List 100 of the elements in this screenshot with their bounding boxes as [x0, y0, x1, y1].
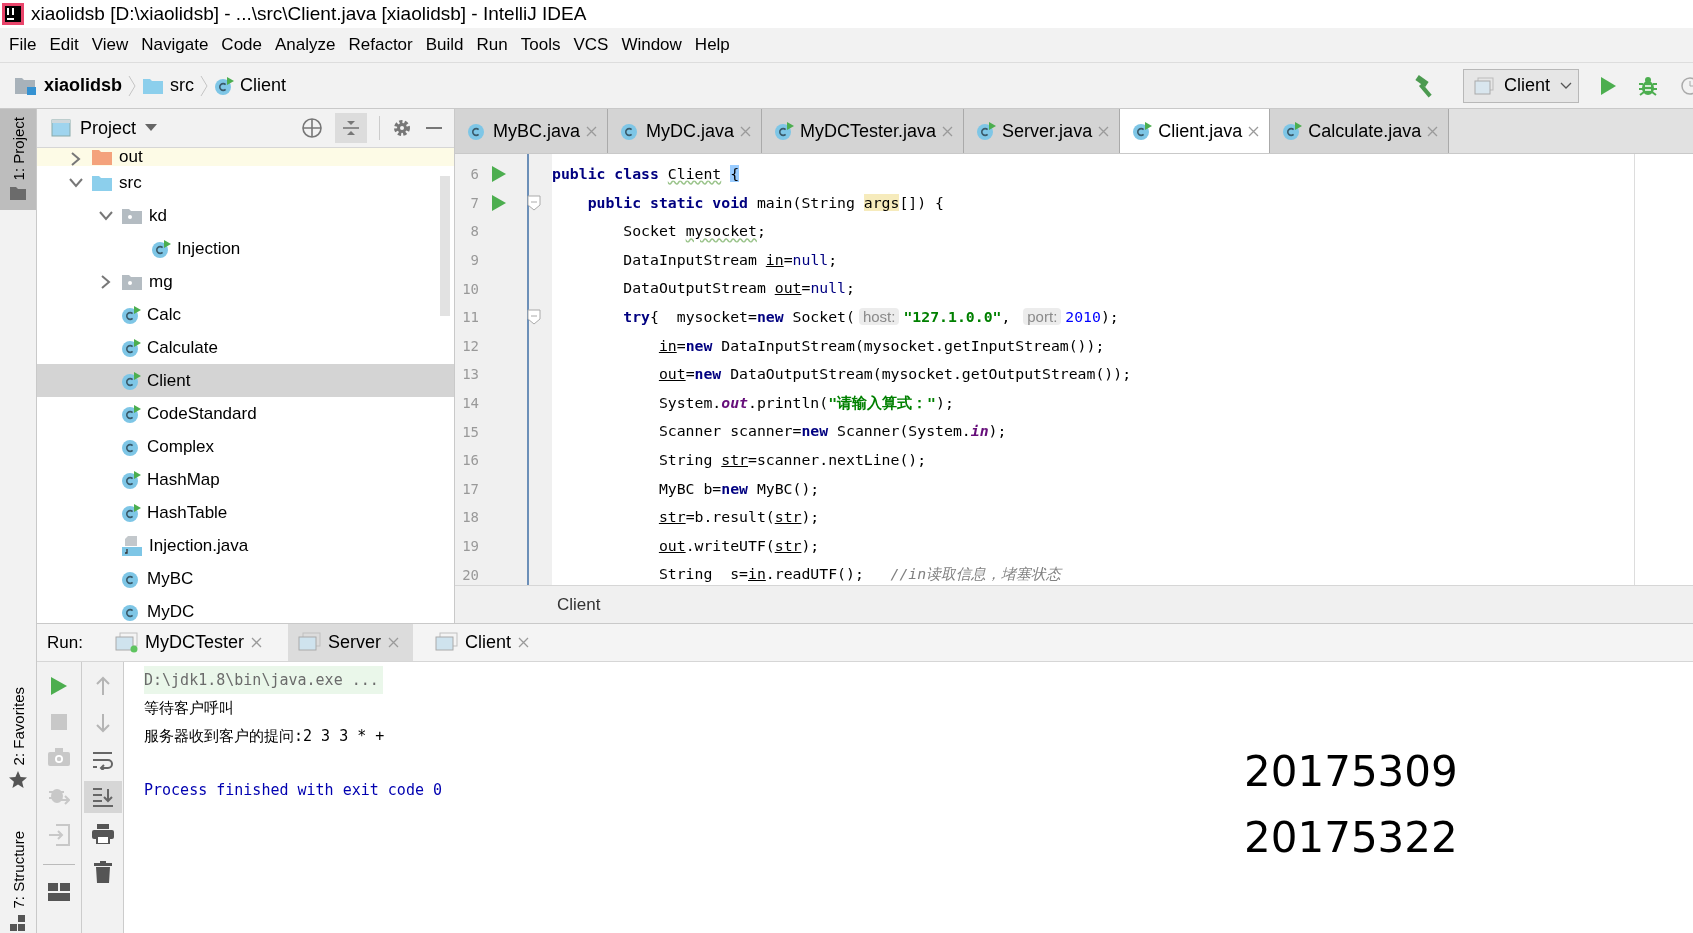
menu-item[interactable]: Navigate	[136, 31, 215, 59]
print-icon[interactable]	[91, 824, 114, 844]
editor-tab[interactable]: Server.java	[964, 109, 1121, 153]
locate-icon[interactable]	[301, 117, 323, 139]
settings-icon[interactable]	[392, 118, 412, 138]
tree-item[interactable]: kd	[37, 199, 454, 232]
close-icon[interactable]	[518, 637, 529, 648]
tree-item[interactable]: HashTable	[37, 496, 454, 529]
tree-item[interactable]: HashMap	[37, 463, 454, 496]
bug-icon[interactable]	[1637, 74, 1659, 97]
chevron-down-icon[interactable]	[69, 177, 83, 188]
panel-icon	[51, 119, 71, 137]
menu-item[interactable]: Tools	[515, 31, 567, 59]
menu-item[interactable]: VCS	[568, 31, 615, 59]
code-line: public class Client {	[552, 164, 740, 184]
editor-tab[interactable]: MyDC.java	[608, 109, 763, 153]
soft-wrap-icon[interactable]	[91, 750, 114, 770]
menu-item[interactable]: Run	[471, 31, 514, 59]
menu-item[interactable]: Edit	[44, 31, 85, 59]
breadcrumb-item[interactable]: Client	[214, 75, 287, 96]
fold-icon[interactable]	[527, 309, 541, 326]
tree-item[interactable]: Complex	[37, 430, 454, 463]
tree-item[interactable]: CodeStandard	[37, 397, 454, 430]
runnable-class-icon	[214, 75, 235, 96]
menu-item[interactable]: Code	[216, 31, 268, 59]
breadcrumb-item[interactable]: xiaolidsb	[14, 75, 123, 96]
close-icon[interactable]	[387, 637, 399, 648]
code-line: public static void main(String args[]) {	[587, 192, 944, 213]
tree-item[interactable]: MyDC	[37, 595, 454, 623]
close-icon[interactable]	[250, 637, 262, 648]
menu-item[interactable]: Refactor	[343, 31, 419, 59]
close-icon[interactable]	[1248, 125, 1260, 137]
menu-item[interactable]: File	[4, 31, 43, 59]
tree-item[interactable]: Injection	[37, 232, 454, 265]
menu-item[interactable]: Window	[616, 31, 688, 59]
editor-tab[interactable]: MyBC.java	[455, 109, 609, 153]
trash-icon[interactable]	[93, 861, 112, 883]
run-tab[interactable]: Server	[287, 624, 413, 661]
breadcrumb-item[interactable]: Client	[557, 594, 601, 615]
breadcrumb-item[interactable]: src	[142, 75, 195, 96]
chevron-right-icon[interactable]	[101, 274, 111, 289]
layout-icon[interactable]	[48, 883, 70, 901]
chevron-right-icon[interactable]	[71, 152, 81, 166]
menu-item[interactable]: Build	[420, 31, 470, 59]
tree-item[interactable]: Injection.java	[37, 529, 454, 562]
run-icon[interactable]	[492, 194, 506, 211]
tree-item[interactable]: MyBC	[37, 562, 454, 595]
close-icon[interactable]	[1098, 125, 1110, 137]
chevron-down-icon[interactable]	[99, 210, 113, 221]
menu-item[interactable]: Help	[689, 31, 736, 59]
run-icon[interactable]	[492, 166, 506, 183]
editor-tab[interactable]: Calculate.java	[1270, 109, 1450, 153]
close-icon[interactable]	[740, 125, 752, 137]
editor-tab[interactable]: Client.java	[1120, 109, 1271, 153]
code-line: String str=scanner.nextLine();	[658, 449, 927, 470]
code-line: str=b.result(str);	[658, 507, 820, 528]
scroll-to-end-icon[interactable]	[91, 787, 114, 807]
code-line: System.out.println("请输入算式：");	[658, 392, 954, 413]
runnable-class-icon	[1282, 121, 1303, 141]
menu-item[interactable]: View	[86, 31, 135, 59]
runnable-class-icon	[121, 337, 141, 358]
camera-icon[interactable]	[48, 748, 70, 766]
menu-item[interactable]: Analyze	[270, 31, 342, 59]
tool-window-tab[interactable]: 2: Favorites	[0, 679, 36, 800]
collapse-all-icon[interactable]	[341, 118, 361, 138]
arrow-down-icon[interactable]	[94, 713, 111, 733]
tree-item[interactable]: mg	[37, 265, 454, 298]
run-icon[interactable]	[50, 676, 68, 696]
close-icon[interactable]	[586, 125, 598, 137]
tree-item[interactable]: Client	[37, 364, 454, 397]
run-configuration-dropdown[interactable]: Client	[1463, 68, 1579, 103]
line-number: 15	[461, 423, 479, 440]
run-icon[interactable]	[1599, 75, 1617, 96]
code-line: Socket mysocket;	[623, 221, 766, 242]
tool-window-tab[interactable]: 7: Structure	[0, 823, 36, 933]
line-number: 20	[461, 566, 479, 583]
editor-tab[interactable]: MyDCTester.java	[762, 109, 965, 153]
scrollbar-thumb[interactable]	[440, 176, 450, 316]
running-window-icon	[114, 632, 138, 653]
view-selector[interactable]: Project	[51, 117, 158, 139]
line-number: 10	[461, 280, 479, 297]
tree-item[interactable]: out	[37, 148, 454, 166]
tool-window-tab[interactable]: 1: Project	[0, 109, 36, 211]
arrow-up-icon[interactable]	[94, 676, 111, 696]
chevron-icon	[200, 74, 209, 97]
close-icon[interactable]	[942, 125, 954, 137]
tree-item[interactable]: Calculate	[37, 331, 454, 364]
fold-icon[interactable]	[527, 194, 541, 211]
clock-icon[interactable]	[1679, 74, 1693, 97]
tree-item[interactable]: Calc	[37, 298, 454, 331]
line-number: 18	[461, 509, 479, 526]
code-line: out=new DataOutputStream(mysocket.getOutputStream());	[658, 364, 1132, 385]
close-icon[interactable]	[1427, 125, 1439, 137]
line-number: 6	[469, 166, 479, 183]
run-tab[interactable]: MyDCTester	[104, 624, 276, 661]
exit-icon[interactable]	[48, 824, 70, 846]
run-tab[interactable]: Client	[424, 624, 543, 661]
tree-item[interactable]: src	[37, 166, 454, 199]
code-line: Scanner scanner=new Scanner(System.in);	[658, 421, 1007, 442]
runnable-class-icon	[774, 121, 795, 141]
